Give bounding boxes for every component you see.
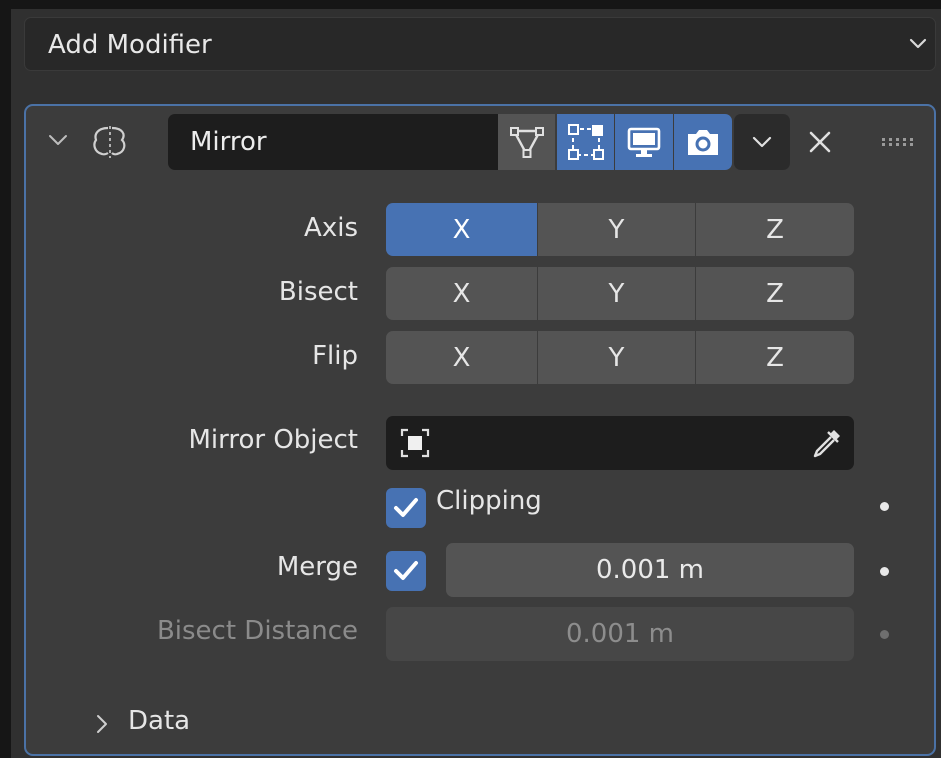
drag-grip-icon[interactable] [880,136,916,148]
axis-x-toggle[interactable]: X [386,203,538,256]
bisect-distance-keyframe-dot[interactable] [880,630,889,639]
render-camera-icon [688,130,718,155]
modifier-menu-dropdown[interactable] [734,114,790,170]
on-cage-icon [567,124,604,160]
bisect-x-toggle[interactable]: X [386,267,538,320]
data-subpanel-label[interactable]: Data [128,706,190,736]
clipping-label: Clipping [436,486,542,516]
mirror-object-label: Mirror Object [188,425,358,455]
add-modifier-dropdown[interactable]: Add Modifier [24,17,936,71]
chevron-down-icon [909,38,927,49]
top-bar [0,0,941,9]
clipping-keyframe-dot[interactable] [880,502,889,511]
flip-x-toggle[interactable]: X [386,331,538,384]
merge-checkbox[interactable] [386,551,426,591]
axis-z-toggle[interactable]: Z [696,203,854,256]
checkmark-icon [394,561,418,580]
flip-z-toggle[interactable]: Z [696,331,854,384]
merge-distance-field[interactable]: 0.001 m [446,543,854,597]
modifier-name: Mirror [190,127,267,157]
axis-toggles: X Y Z [386,203,854,256]
axis-label: Axis [304,213,358,243]
flip-y-toggle[interactable]: Y [538,331,696,384]
axis-y-toggle[interactable]: Y [538,203,696,256]
flip-label: Flip [312,341,358,371]
bisect-y-toggle[interactable]: Y [538,267,696,320]
viewport-display-icon [627,127,661,157]
on-cage-toggle[interactable] [557,114,614,170]
viewport-display-toggle[interactable] [615,114,673,170]
mirror-object-field[interactable] [386,416,854,470]
object-icon [400,428,430,458]
flip-toggles: X Y Z [386,331,854,384]
collapse-chevron-icon[interactable] [47,133,69,147]
merge-keyframe-dot[interactable] [880,567,889,576]
edit-mode-toggle[interactable] [498,114,555,170]
bisect-z-toggle[interactable]: Z [696,267,854,320]
clipping-checkbox[interactable] [386,488,426,528]
modifier-name-field[interactable]: Mirror [168,114,498,170]
edit-mode-icon [509,127,544,158]
render-toggle[interactable] [674,114,732,170]
checkmark-icon [394,498,418,517]
bisect-toggles: X Y Z [386,267,854,320]
left-strip [0,0,11,758]
mirror-modifier-icon[interactable] [88,122,132,162]
merge-label: Merge [276,552,358,582]
chevron-down-icon [752,136,772,148]
close-icon[interactable] [800,122,840,162]
bisect-distance-label: Bisect Distance [156,616,358,646]
chevron-right-icon[interactable] [96,713,108,735]
add-modifier-label: Add Modifier [48,30,212,60]
bisect-label: Bisect [278,277,358,307]
bisect-distance-field[interactable]: 0.001 m [386,607,854,661]
eyedropper-icon[interactable] [810,426,844,460]
